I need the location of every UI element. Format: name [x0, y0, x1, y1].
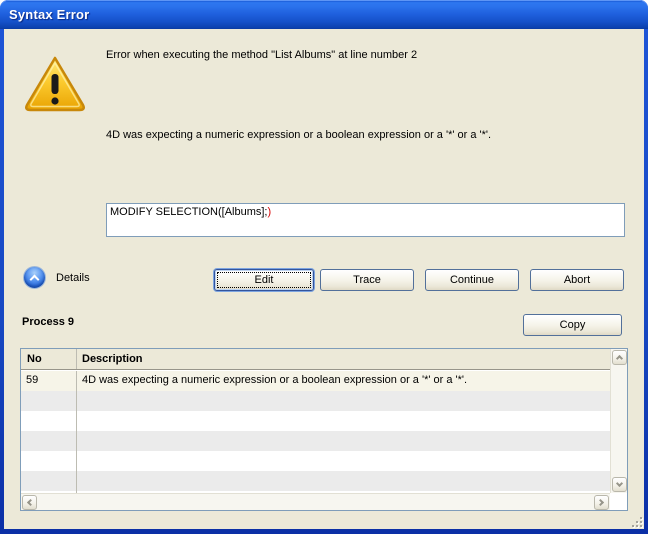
continue-button[interactable]: Continue	[425, 269, 519, 291]
table-header: No Description	[21, 349, 610, 370]
code-input[interactable]: MODIFY SELECTION([Albums];)	[106, 203, 625, 237]
code-text: MODIFY SELECTION([Albums];	[110, 206, 268, 218]
table-row-empty	[21, 411, 610, 431]
resize-grip[interactable]	[630, 515, 642, 527]
column-separator	[76, 349, 77, 369]
column-header-description[interactable]: Description	[82, 353, 143, 365]
details-toggle-button[interactable]	[23, 266, 46, 289]
scroll-up-button[interactable]	[612, 350, 627, 365]
chevron-right-icon	[597, 499, 604, 506]
cell-error-number: 59	[26, 374, 38, 386]
error-message: Error when executing the method "List Al…	[106, 49, 417, 61]
vertical-scrollbar[interactable]	[610, 349, 627, 493]
edit-button[interactable]: Edit	[214, 269, 314, 291]
error-table: No Description 59 4D was expecting a num…	[20, 348, 628, 511]
window-frame: Syntax Error Error when executing the me…	[0, 0, 648, 534]
scroll-down-button[interactable]	[612, 477, 627, 492]
details-label: Details	[56, 272, 90, 284]
column-separator	[76, 371, 77, 493]
horizontal-scrollbar[interactable]	[21, 493, 610, 510]
title-bar[interactable]: Syntax Error	[0, 0, 648, 29]
code-error-fragment: )	[268, 206, 272, 218]
column-header-no[interactable]: No	[27, 353, 42, 365]
table-row[interactable]: 59 4D was expecting a numeric expression…	[21, 371, 610, 391]
table-body: 59 4D was expecting a numeric expression…	[21, 371, 610, 493]
chevron-up-icon	[30, 275, 40, 285]
table-row-empty	[21, 431, 610, 451]
process-label: Process 9	[22, 316, 74, 328]
table-row-empty	[21, 451, 610, 471]
copy-button[interactable]: Copy	[523, 314, 622, 336]
chevron-up-icon	[616, 355, 623, 362]
scroll-right-button[interactable]	[594, 495, 609, 510]
warning-icon	[22, 54, 88, 114]
chevron-down-icon	[616, 480, 623, 487]
scroll-left-button[interactable]	[22, 495, 37, 510]
cell-error-description: 4D was expecting a numeric expression or…	[82, 374, 467, 386]
abort-button[interactable]: Abort	[530, 269, 624, 291]
table-row-empty	[21, 391, 610, 411]
window-title: Syntax Error	[9, 7, 89, 22]
expected-expression-message: 4D was expecting a numeric expression or…	[106, 129, 491, 141]
table-row-empty	[21, 471, 610, 491]
trace-button[interactable]: Trace	[320, 269, 414, 291]
chevron-left-icon	[27, 499, 34, 506]
dialog-content: Error when executing the method "List Al…	[4, 29, 644, 529]
